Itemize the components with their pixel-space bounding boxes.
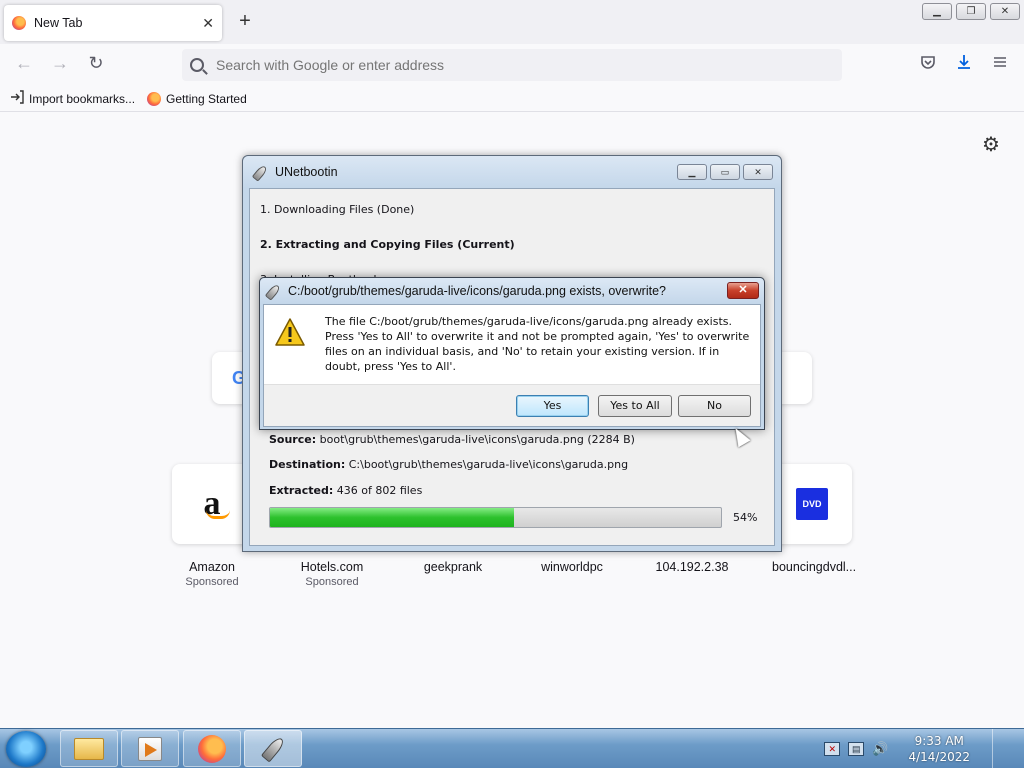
dialog-body: The file C:/boot/grub/themes/garuda-live… — [263, 304, 761, 427]
back-button[interactable]: ← — [12, 53, 36, 74]
taskbar: ✕ ▤ 🔊 9:33 AM 4/14/2022 — [0, 728, 1024, 768]
restore-button[interactable]: ❐ — [956, 3, 986, 20]
site-name: geekprank — [423, 560, 483, 574]
unetbootin-title: UNetbootin — [275, 165, 338, 179]
step-extracting: 2. Extracting and Copying Files (Current… — [260, 238, 515, 251]
action-center-flag-icon[interactable]: ✕ — [824, 742, 841, 756]
media-player-icon — [138, 736, 162, 761]
maximize-button[interactable]: ▭ — [710, 164, 740, 180]
site-name: 104.192.2.38 — [655, 560, 729, 574]
firefox-icon — [198, 734, 226, 763]
dialog-message: The file C:/boot/grub/themes/garuda-live… — [325, 315, 750, 373]
source-value: boot\grub\themes\garuda-live\icons\garud… — [319, 433, 635, 446]
tab-close-icon[interactable]: ✕ — [202, 15, 214, 32]
clock[interactable]: 9:33 AM 4/14/2022 — [908, 733, 970, 765]
import-icon — [10, 90, 24, 107]
dialog-titlebar[interactable]: C:/boot/grub/themes/garuda-live/icons/ga… — [260, 278, 764, 304]
search-icon — [190, 58, 204, 72]
bookmark-label: Getting Started — [166, 91, 247, 106]
unetbootin-window-controls: ▁ ▭ ✕ — [677, 164, 773, 180]
folder-icon — [74, 737, 104, 760]
unetbootin-icon — [266, 283, 282, 299]
dialog-title: C:/boot/grub/themes/garuda-live/icons/ga… — [288, 284, 666, 298]
start-button[interactable] — [6, 731, 46, 767]
downloads-icon[interactable] — [953, 54, 975, 75]
site-name: winworldpc — [541, 560, 603, 574]
tab-bar: New Tab ✕ + ▁ ❐ ✕ — [0, 0, 1024, 44]
taskbar-unetbootin[interactable] — [244, 730, 302, 767]
address-input[interactable] — [216, 57, 816, 73]
unetbootin-icon — [260, 736, 286, 762]
tab-title: New Tab — [34, 16, 83, 30]
show-desktop-button[interactable] — [992, 729, 1006, 768]
firefox-icon — [147, 91, 162, 106]
new-tab-button[interactable]: + — [234, 10, 256, 33]
no-button[interactable]: No — [678, 395, 751, 417]
clock-date: 4/14/2022 — [908, 750, 970, 764]
gear-icon[interactable]: ⚙ — [982, 132, 1000, 157]
extracted-info: Extracted: 436 of 802 files — [269, 484, 422, 497]
destination-info: Destination: C:\boot\grub\themes\garuda-… — [269, 458, 628, 471]
source-label: Source: — [269, 433, 317, 446]
site-name: Hotels.com — [300, 560, 364, 574]
site-sponsored: Sponsored — [305, 576, 359, 588]
yes-to-all-button[interactable]: Yes to All — [598, 395, 672, 417]
dvd-logo: DVD — [796, 488, 828, 520]
site-tile: a — [172, 464, 252, 544]
menu-icon[interactable] — [989, 54, 1011, 75]
system-tray: ✕ ▤ 🔊 9:33 AM 4/14/2022 — [824, 729, 1024, 768]
progress-fill — [270, 508, 514, 527]
site-name: bouncingdvdl... — [772, 560, 857, 574]
close-button[interactable]: ✕ — [743, 164, 773, 180]
taskbar-media-player[interactable] — [121, 730, 179, 767]
source-info: Source: boot\grub\themes\garuda-live\ico… — [269, 433, 635, 446]
amazon-logo: a — [203, 485, 230, 522]
overwrite-dialog: C:/boot/grub/themes/garuda-live/icons/ga… — [259, 277, 765, 430]
yes-button[interactable]: Yes — [516, 395, 589, 417]
tab-new-tab[interactable]: New Tab ✕ — [4, 5, 222, 41]
window-controls: ▁ ❐ ✕ — [922, 3, 1020, 20]
dialog-message-area: The file C:/boot/grub/themes/garuda-live… — [264, 305, 760, 385]
address-bar[interactable] — [182, 49, 842, 81]
unetbootin-icon — [253, 164, 269, 180]
taskbar-explorer[interactable] — [60, 730, 118, 767]
site-tile: DVD — [772, 464, 852, 544]
minimize-button[interactable]: ▁ — [922, 3, 952, 20]
nav-bar: ← → ↻ — [0, 44, 1024, 86]
progress-bar — [269, 507, 722, 528]
pocket-icon[interactable] — [917, 54, 939, 75]
warning-icon — [274, 317, 306, 347]
bookmark-import[interactable]: Import bookmarks... — [10, 90, 135, 107]
destination-value: C:\boot\grub\themes\garuda-live\icons\ga… — [348, 458, 629, 471]
bookmark-getting-started[interactable]: Getting Started — [147, 91, 247, 106]
site-sponsored: Sponsored — [185, 576, 239, 588]
taskbar-firefox[interactable] — [183, 730, 241, 767]
site-name: Amazon — [189, 560, 235, 574]
top-site-bouncingdvd[interactable]: DVD bouncingdvdl... — [772, 464, 857, 574]
destination-label: Destination: — [269, 458, 346, 471]
extracted-value: 436 of 802 files — [336, 484, 423, 497]
top-site-amazon[interactable]: a Amazon Sponsored — [172, 464, 252, 588]
close-button[interactable]: ✕ — [990, 3, 1020, 20]
extracted-label: Extracted: — [269, 484, 334, 497]
firefox-icon — [12, 16, 26, 30]
minimize-button[interactable]: ▁ — [677, 164, 707, 180]
volume-icon[interactable]: 🔊 — [872, 741, 888, 757]
step-downloading: 1. Downloading Files (Done) — [260, 203, 415, 216]
bookmarks-toolbar: Import bookmarks... Getting Started — [0, 86, 1024, 112]
network-icon[interactable]: ▤ — [848, 742, 865, 756]
forward-button[interactable]: → — [48, 53, 72, 74]
bookmark-label: Import bookmarks... — [29, 91, 136, 106]
dialog-close-button[interactable]: ✕ — [727, 282, 759, 299]
reload-button[interactable]: ↻ — [84, 53, 108, 74]
progress-percent: 54% — [733, 511, 758, 524]
clock-time: 9:33 AM — [914, 734, 964, 748]
